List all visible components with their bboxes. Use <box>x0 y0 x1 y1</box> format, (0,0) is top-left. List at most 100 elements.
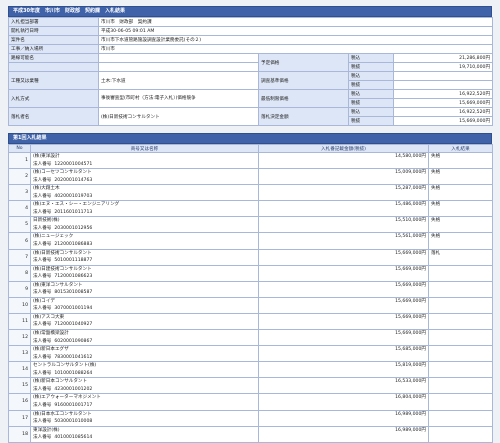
bid-result: 失格 <box>428 232 493 250</box>
bid-result <box>428 393 493 411</box>
corporate-number-value: 4020001019703 <box>54 193 93 199</box>
bid-amount: 15,669,000円 <box>258 329 429 347</box>
row-no: 6 <box>8 232 31 250</box>
bid-amount: 15,009,000円 <box>258 168 429 186</box>
company-cell: (株)大翔土木 法人番号 4020001019703 <box>30 184 259 202</box>
bid-result <box>428 377 493 395</box>
bid-amount: 15,669,000円 <box>258 312 429 331</box>
table-row: 9 (株)東洋コンサルタント 法人番号 8015301008587 15,669,00… <box>8 280 493 298</box>
row-no: 18 <box>8 425 31 443</box>
corporate-number-label: 法人番号 <box>33 386 52 392</box>
col-amount: 入札番記載金額(税抜) <box>258 144 429 153</box>
winner-value: (株)日新技術コンサルタント <box>98 107 259 126</box>
info-label: 開札執行日時 <box>8 26 99 36</box>
company-cell: (株)東洋コンサルタント 法人番号 8015301008587 <box>30 280 259 298</box>
corporate-number-label: 法人番号 <box>33 435 52 441</box>
company-name: (株)エヌ・エス・シー・エンジニアリング <box>33 202 120 208</box>
results-table: No 商号又は名称 入札番記載金額(税抜) 入札結果 1 (株)東洋設計 法人番号 … <box>8 144 493 443</box>
corporate-number: 法人番号 3070001001194 <box>33 305 256 312</box>
planned-price-label: 予定価格 <box>258 53 349 72</box>
corporate-number-label: 法人番号 <box>33 338 52 344</box>
bid-result <box>428 425 493 443</box>
min-price-tax-in: 16,922,520円 <box>392 89 494 99</box>
bid-amount: 15,685,000円 <box>258 345 429 363</box>
min-price-tax-ex: 15,669,000円 <box>392 98 494 108</box>
bid-result: 失格 <box>428 168 493 186</box>
info-value: 市川市 財政部 契約課 <box>97 17 494 27</box>
corporate-number-label: 法人番号 <box>33 225 52 231</box>
bid-result <box>428 345 493 363</box>
table-row: 10 (株)コイデ 法人番号 3070001001194 15,669,000円 <box>8 296 493 314</box>
company-name: 東洋設計(株) <box>33 427 60 433</box>
company-name: (株)新日本コンサルタント <box>33 379 88 385</box>
bid-amount: 16,804,000円 <box>258 393 429 411</box>
bid-amount: 14,580,000円 <box>258 151 429 170</box>
info-row: 工事／納入場所 市川市 <box>8 44 494 54</box>
bid-result: 失格 <box>428 151 493 170</box>
corporate-number-value: 9160001001717 <box>54 402 93 408</box>
table-row: 6 (株)ニュージェック 法人番号 2120001086883 15,561,000円… <box>8 232 493 250</box>
bid-amount: 15,669,000円 <box>258 280 429 298</box>
corporate-number-label: 法人番号 <box>33 402 52 408</box>
row-no: 5 <box>8 216 31 234</box>
company-cell: (株)日建技術コンサルタント 法人番号 7120001086623 <box>30 264 259 282</box>
corporate-number-value: 5030001010008 <box>54 419 93 424</box>
planned-price-tax-ex: 19,710,000円 <box>392 62 494 72</box>
company-name: 日新技術(株) <box>33 218 60 224</box>
corporate-number-value: 2011601011713 <box>54 209 93 215</box>
company-cell: セントラルコンサルタント(株) 法人番号 1010001088264 <box>30 361 259 379</box>
category-value: 土木:下水道 <box>98 71 259 90</box>
corporate-number-value: 8015301008587 <box>54 290 93 296</box>
col-result: 入札結果 <box>428 144 493 153</box>
corporate-number-label: 法人番号 <box>33 322 52 328</box>
corporate-number-label: 法人番号 <box>33 161 52 167</box>
bid-amount: 15,287,000円 <box>258 184 429 202</box>
corporate-number-label: 法人番号 <box>33 241 52 247</box>
bid-amount: 16,533,000円 <box>258 377 429 395</box>
bid-result: 失格 <box>428 184 493 202</box>
row-no: 1 <box>8 151 31 170</box>
info-value: 市川市 <box>97 44 494 54</box>
corporate-number-label: 法人番号 <box>33 290 52 296</box>
min-price-label: 最低制限価格 <box>258 89 349 108</box>
company-name: (株)東洋コンサルタント <box>33 282 83 288</box>
corporate-number-value: 1010001088264 <box>54 370 93 376</box>
row-no: 8 <box>8 264 31 282</box>
table-row: 3 (株)大翔土木 法人番号 4020001019703 15,287,000円 失格 <box>8 184 493 202</box>
decided-price-tax-in: 16,922,520円 <box>392 107 494 117</box>
bid-amount: 15,561,000円 <box>258 232 429 250</box>
route-label: 路線可能名 <box>8 53 99 63</box>
table-row: 2 (株)コーセツコンサルタント 法人番号 2020001014763 15,009,… <box>8 168 493 186</box>
company-name: (株)日新技術コンサルタント <box>33 250 92 256</box>
bid-result <box>428 312 493 331</box>
table-row: 7 (株)日新技術コンサルタント 法人番号 5010001118877 15,669,… <box>8 248 493 266</box>
info-row: 開札執行日時 平成30-06-05 09:01 AM <box>8 26 494 36</box>
corporate-number: 法人番号 1010001088264 <box>33 370 256 377</box>
table-row: 4 (株)エヌ・エス・シー・エンジニアリング 法人番号 2011601011713 1… <box>8 200 493 218</box>
corporate-number-label: 法人番号 <box>33 193 52 199</box>
info-label: 案件名 <box>8 35 99 45</box>
method-label: 入札方式 <box>8 89 99 108</box>
survey-price-label: 調査基準価格 <box>258 71 349 90</box>
company-name: セントラルコンサルタント(株) <box>33 363 97 369</box>
corporate-number: 法人番号 9160001001717 <box>33 402 256 409</box>
corporate-number: 法人番号 2020001014763 <box>33 177 256 184</box>
row-no: 15 <box>8 377 31 395</box>
bid-amount: 15,510,000円 <box>258 216 429 234</box>
corporate-number: 法人番号 4230001001202 <box>33 386 256 393</box>
corporate-number-value: 6020001090867 <box>54 338 93 344</box>
info-value: 平成30-06-05 09:01 AM <box>97 26 494 36</box>
bid-amount: 15,486,000円 <box>258 200 429 218</box>
row-no: 11 <box>8 312 31 331</box>
company-cell: (株)常盤橋梁設計 法人番号 6020001090867 <box>30 329 259 347</box>
corporate-number-label: 法人番号 <box>33 209 52 215</box>
row-no: 2 <box>8 168 31 186</box>
table-row: 12 (株)常盤橋梁設計 法人番号 6020001090867 15,669,000円 <box>8 329 493 347</box>
row-no: 16 <box>8 393 31 411</box>
bid-amount: 15,669,000円 <box>258 248 429 266</box>
decided-price-label: 落札決定金額 <box>258 107 349 126</box>
info-row: 案件名 市川市下水道管路施設調査設計業務委託(その２) <box>8 35 494 45</box>
table-row: 15 (株)新日本コンサルタント 法人番号 4230001001202 16,533,… <box>8 377 493 395</box>
company-name: (株)アスコ大東 <box>33 314 65 320</box>
table-row: 16 (株)エアウォーターマネジメント 法人番号 9160001001717 16,8… <box>8 393 493 411</box>
